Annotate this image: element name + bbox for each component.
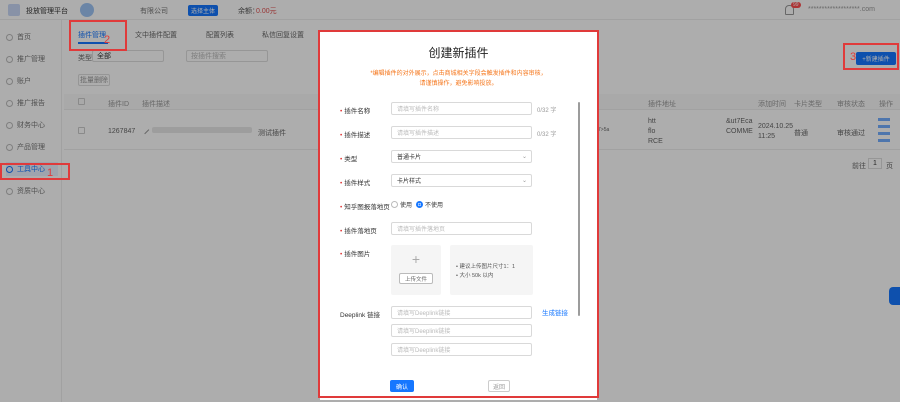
annotation-box-1 [0,163,70,180]
annotation-label-3: 3 [850,51,857,63]
annotation-label-1: 1 [47,167,54,179]
modal-highlight-box [318,30,599,398]
annotation-box-2 [69,20,127,51]
annotation-label-2: 2 [104,34,111,46]
